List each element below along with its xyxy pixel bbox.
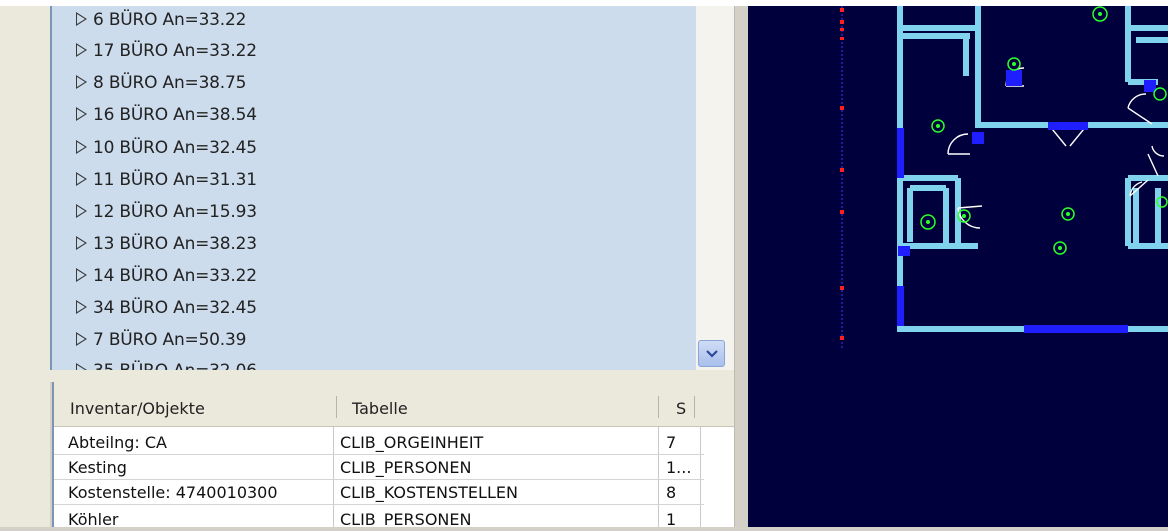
tree-item[interactable]: 11 BÜRO An=31.31 (76, 164, 257, 196)
tree-item-label: 34 BÜRO An=32.45 (93, 298, 257, 318)
grid-header: Inventar/Objekte Tabelle S (54, 382, 736, 427)
tree-item-label: 14 BÜRO An=33.22 (93, 266, 257, 286)
column-separator[interactable] (336, 396, 337, 418)
cell-s: 1... (666, 458, 692, 477)
expand-triangle-icon[interactable] (76, 268, 87, 282)
tree-item-label: 13 BÜRO An=38.23 (93, 234, 257, 254)
pane-splitter[interactable] (50, 370, 736, 382)
column-separator[interactable] (658, 396, 659, 418)
table-row[interactable]: Köhler CLIB_PERSONEN 1 (54, 508, 736, 527)
tree-item[interactable]: 6 BÜRO An=33.22 (76, 6, 246, 36)
expand-triangle-icon[interactable] (76, 75, 87, 89)
cell-s: 7 (666, 433, 677, 452)
column-header-objects[interactable]: Inventar/Objekte (70, 382, 205, 426)
cell-s: 1 (666, 510, 677, 527)
expand-triangle-icon[interactable] (76, 363, 87, 370)
cad-divider (734, 6, 749, 527)
cell-table: CLIB_ORGEINHEIT (340, 433, 484, 452)
scroll-down-button[interactable] (698, 340, 725, 367)
tree-item-label: 17 BÜRO An=33.22 (93, 41, 257, 61)
tree-item-label: 10 BÜRO An=32.45 (93, 138, 257, 158)
expand-triangle-icon[interactable] (76, 140, 87, 154)
expand-triangle-icon[interactable] (76, 332, 87, 346)
floorplan-drawing (840, 6, 1168, 348)
tree-item[interactable]: 7 BÜRO An=50.39 (76, 324, 246, 356)
column-header-s[interactable]: S (676, 382, 686, 426)
expand-triangle-icon[interactable] (76, 204, 87, 218)
cell-object: Köhler (68, 510, 119, 527)
blue-wall-segments (897, 128, 1128, 333)
grid-line (54, 479, 704, 480)
tree-item[interactable]: 12 BÜRO An=15.93 (76, 196, 257, 228)
tree-item-label: 6 BÜRO An=33.22 (93, 10, 247, 30)
cell-object: Kostenstelle: 4740010300 (68, 483, 278, 502)
tree-item-label: 12 BÜRO An=15.93 (93, 202, 257, 222)
cell-table: CLIB_PERSONEN (340, 510, 472, 527)
expand-triangle-icon[interactable] (76, 43, 87, 57)
expand-triangle-icon[interactable] (76, 236, 87, 250)
tree-item-label: 16 BÜRO An=38.54 (93, 105, 257, 125)
expand-triangle-icon[interactable] (76, 107, 87, 121)
left-panel-margin (40, 6, 50, 527)
cad-floorplan-view[interactable] (748, 6, 1168, 527)
grid-line (54, 504, 704, 505)
table-row[interactable]: Kostenstelle: 4740010300 CLIB_KOSTENSTEL… (54, 481, 736, 504)
tree-item-label: 7 BÜRO An=50.39 (93, 330, 247, 350)
cell-table: CLIB_PERSONEN (340, 458, 472, 477)
tree-item[interactable]: 14 BÜRO An=33.22 (76, 260, 257, 292)
room-tree[interactable]: 6 BÜRO An=33.22 17 BÜRO An=33.22 8 BÜRO … (50, 6, 698, 370)
tree-item-label: 11 BÜRO An=31.31 (93, 170, 257, 190)
tree-item[interactable]: 8 BÜRO An=38.75 (76, 67, 246, 99)
tree-item[interactable]: 10 BÜRO An=32.45 (76, 132, 257, 164)
column-separator[interactable] (694, 396, 695, 418)
table-row[interactable]: Kesting CLIB_PERSONEN 1... (54, 456, 736, 479)
tree-item[interactable]: 16 BÜRO An=38.54 (76, 99, 257, 131)
grid-line (54, 454, 704, 455)
expand-triangle-icon[interactable] (76, 172, 87, 186)
table-row[interactable]: Abteilng: CA CLIB_ORGEINHEIT 7 (54, 431, 736, 454)
tree-item-label: 8 BÜRO An=38.75 (93, 73, 247, 93)
column-header-table[interactable]: Tabelle (352, 382, 408, 426)
left-panel-edge (0, 6, 40, 527)
cell-s: 8 (666, 483, 677, 502)
expand-triangle-icon[interactable] (76, 12, 87, 26)
inventory-grid[interactable]: Inventar/Objekte Tabelle S Abteilng: CA … (52, 382, 736, 527)
tree-item-label: 35 BÜRO An=32.06 (93, 361, 257, 370)
cell-object: Abteilng: CA (68, 433, 167, 452)
cell-table: CLIB_KOSTENSTELLEN (340, 483, 518, 502)
cell-object: Kesting (68, 458, 127, 477)
tree-item[interactable]: 34 BÜRO An=32.45 (76, 292, 257, 324)
tree-item[interactable]: 13 BÜRO An=38.23 (76, 228, 257, 260)
expand-triangle-icon[interactable] (76, 300, 87, 314)
tree-item[interactable]: 35 BÜRO An=32.06 (76, 355, 257, 370)
chevron-down-icon (705, 349, 718, 358)
tree-scrollbar[interactable] (696, 6, 734, 370)
tree-item[interactable]: 17 BÜRO An=33.22 (76, 35, 257, 67)
